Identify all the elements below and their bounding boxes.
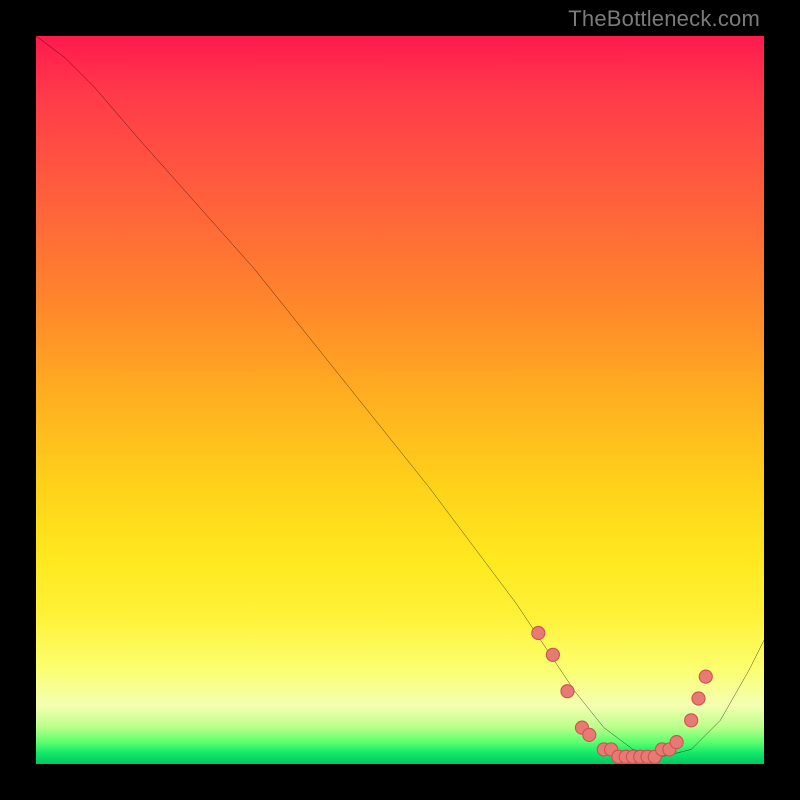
highlight-dot bbox=[532, 626, 545, 639]
highlight-dot bbox=[670, 736, 683, 749]
highlight-dot bbox=[561, 685, 574, 698]
chart-frame: TheBottleneck.com bbox=[0, 0, 800, 800]
highlight-dot bbox=[583, 728, 596, 741]
plot-area bbox=[36, 36, 764, 764]
highlight-dot bbox=[546, 648, 559, 661]
highlight-dot bbox=[692, 692, 705, 705]
watermark-text: TheBottleneck.com bbox=[568, 6, 760, 32]
highlight-dot bbox=[685, 714, 698, 727]
highlight-dot bbox=[699, 670, 712, 683]
dots-layer bbox=[36, 36, 764, 764]
